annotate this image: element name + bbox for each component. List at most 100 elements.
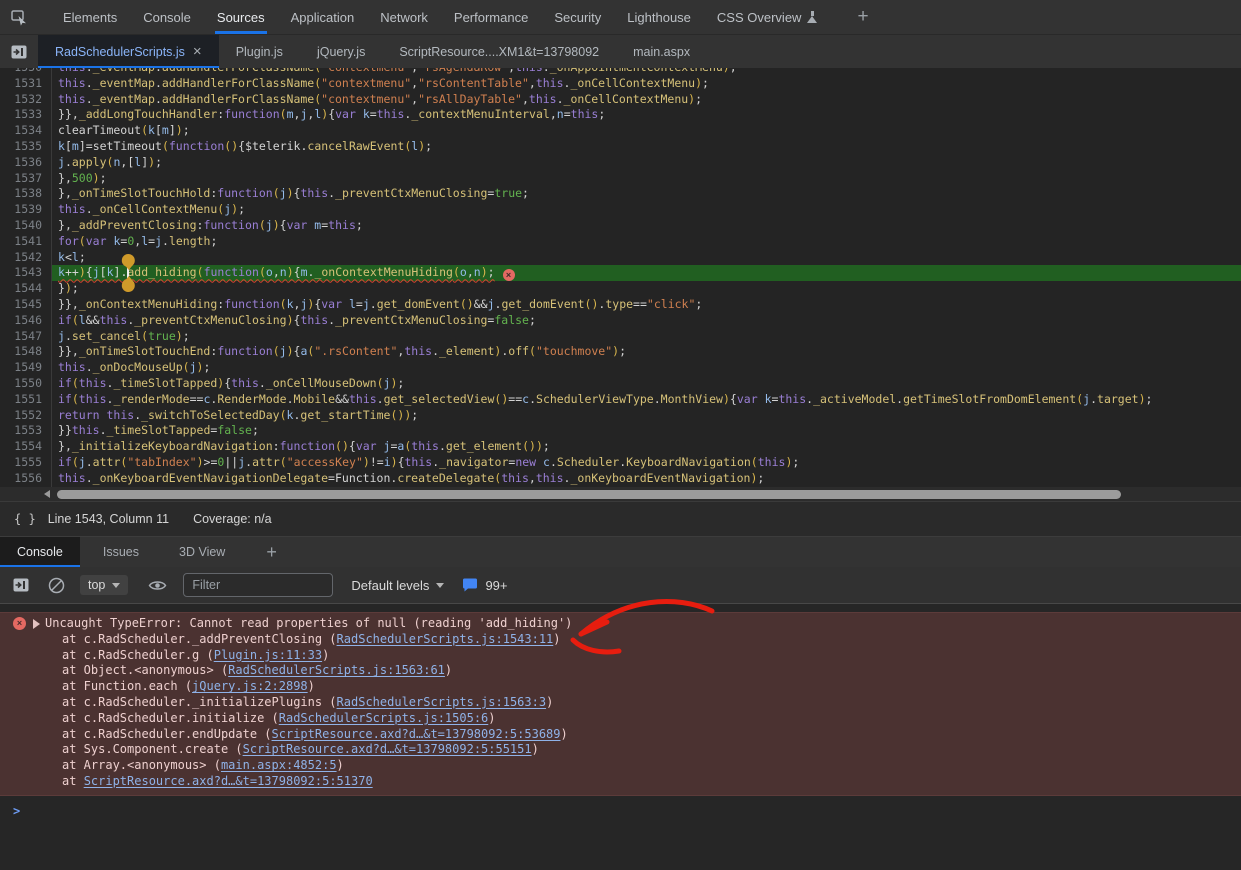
code-line[interactable]: this._onKeyboardEventNavigationDelegate=… — [52, 471, 1241, 487]
code-editor[interactable]: 1530this._eventMap.addHandlerForClassNam… — [0, 68, 1241, 501]
code-line[interactable]: }},_onTimeSlotTouchEnd:function(j){a(".r… — [52, 344, 1241, 360]
code-line[interactable]: j.apply(n,[l]); — [52, 155, 1241, 171]
show-console-sidebar-button[interactable] — [12, 576, 30, 594]
line-number[interactable]: 1535 — [0, 139, 52, 155]
console-prompt[interactable]: > — [0, 803, 1241, 825]
selection-handle-top[interactable] — [122, 254, 135, 267]
code-line[interactable]: },_initializeKeyboardNavigation:function… — [52, 439, 1241, 455]
code-line[interactable]: },_addPreventClosing:function(j){var m=t… — [52, 218, 1241, 234]
panel-tab-performance[interactable]: Performance — [441, 0, 541, 34]
stack-link[interactable]: ScriptResource.axd?d…&t=13798092:5:53689 — [272, 727, 561, 741]
code-line[interactable]: if(l&&this._preventCtxMenuClosing){this.… — [52, 313, 1241, 329]
drawer-tab-issues[interactable]: Issues — [86, 537, 156, 567]
add-drawer-tab-button[interactable]: + — [266, 537, 277, 567]
panel-tab-application[interactable]: Application — [278, 0, 368, 34]
line-number[interactable]: 1543 — [0, 265, 52, 281]
issues-button[interactable] — [462, 577, 478, 593]
code-line[interactable]: k[m]=setTimeout(function(){$telerik.canc… — [52, 139, 1241, 155]
stack-link[interactable]: RadSchedulerScripts.js:1563:3 — [337, 695, 547, 709]
code-line[interactable]: clearTimeout(k[m]); — [52, 123, 1241, 139]
stack-link[interactable]: Plugin.js:11:33 — [214, 648, 322, 662]
line-number[interactable]: 1552 — [0, 408, 52, 424]
selection-handle-bottom[interactable] — [122, 279, 135, 292]
line-number[interactable]: 1537 — [0, 171, 52, 187]
line-number[interactable]: 1553 — [0, 423, 52, 439]
panel-tab-sources[interactable]: Sources — [204, 0, 278, 34]
code-line[interactable]: },500); — [52, 171, 1241, 187]
line-number[interactable]: 1542 — [0, 250, 52, 266]
line-number[interactable]: 1544 — [0, 281, 52, 297]
line-number[interactable]: 1534 — [0, 123, 52, 139]
line-number[interactable]: 1538 — [0, 186, 52, 202]
stack-link[interactable]: jQuery.js:2:2898 — [192, 679, 308, 693]
panel-tab-lighthouse[interactable]: Lighthouse — [614, 0, 704, 34]
show-navigator-button[interactable] — [0, 35, 38, 68]
stack-link[interactable]: RadSchedulerScripts.js:1543:11 — [337, 632, 554, 646]
line-number[interactable]: 1556 — [0, 471, 52, 487]
code-line[interactable]: j.set_cancel(true); — [52, 329, 1241, 345]
stack-link[interactable]: main.aspx:4852:5 — [221, 758, 337, 772]
line-number[interactable]: 1549 — [0, 360, 52, 376]
code-line[interactable]: }}this._timeSlotTapped=false; — [52, 423, 1241, 439]
line-number[interactable]: 1550 — [0, 376, 52, 392]
code-line[interactable]: k<l; — [52, 250, 1241, 266]
javascript-context-selector[interactable]: top — [80, 575, 128, 595]
code-line[interactable]: this._eventMap.addHandlerForClassName("c… — [52, 68, 1241, 76]
stack-link[interactable]: ScriptResource.axd?d…&t=13798092:5:55151 — [243, 742, 532, 756]
log-levels-dropdown[interactable]: Default levels — [351, 578, 444, 593]
stack-link[interactable]: RadSchedulerScripts.js:1505:6 — [279, 711, 489, 725]
code-line[interactable]: }},_addLongTouchHandler:function(m,j,l){… — [52, 107, 1241, 123]
add-panel-button[interactable]: + — [845, 0, 880, 34]
line-number[interactable]: 1541 — [0, 234, 52, 250]
file-tab-main-aspx[interactable]: main.aspx — [616, 35, 707, 68]
code-line[interactable]: for(var k=0,l=j.length; — [52, 234, 1241, 250]
line-number[interactable]: 1555 — [0, 455, 52, 471]
line-number[interactable]: 1531 — [0, 76, 52, 92]
scrollbar-left-arrow-icon[interactable] — [44, 490, 50, 498]
line-number[interactable]: 1545 — [0, 297, 52, 313]
line-number[interactable]: 1530 — [0, 68, 52, 76]
line-number[interactable]: 1540 — [0, 218, 52, 234]
create-live-expression-button[interactable] — [147, 578, 168, 593]
file-tab-plugin-js[interactable]: Plugin.js — [219, 35, 300, 68]
stack-link[interactable]: ScriptResource.axd?d…&t=13798092:5:51370 — [84, 774, 373, 788]
code-line[interactable]: }); — [52, 281, 1241, 297]
drawer-tab-console[interactable]: Console — [0, 537, 80, 567]
line-number[interactable]: 1551 — [0, 392, 52, 408]
line-number[interactable]: 1548 — [0, 344, 52, 360]
line-number[interactable]: 1539 — [0, 202, 52, 218]
drawer-tab-3d-view[interactable]: 3D View — [162, 537, 242, 567]
code-line[interactable]: if(this._timeSlotTapped){this._onCellMou… — [52, 376, 1241, 392]
code-line[interactable]: this._onDocMouseUp(j); — [52, 360, 1241, 376]
file-tab-scriptresource-xm1-t-13798092[interactable]: ScriptResource....XM1&t=13798092 — [382, 35, 616, 68]
line-number[interactable]: 1532 — [0, 92, 52, 108]
panel-tab-elements[interactable]: Elements — [50, 0, 130, 34]
code-line[interactable]: }},_onContextMenuHiding:function(k,j){va… — [52, 297, 1241, 313]
file-tab-radschedulerscripts-js[interactable]: RadSchedulerScripts.js× — [38, 35, 219, 68]
panel-tab-network[interactable]: Network — [367, 0, 441, 34]
code-line[interactable]: k++){j[k].add_hiding(function(o,n){m._on… — [52, 265, 1241, 281]
line-number[interactable]: 1533 — [0, 107, 52, 123]
code-line[interactable]: if(j.attr("tabIndex")>=0||j.attr("access… — [52, 455, 1241, 471]
scrollbar-thumb[interactable] — [57, 490, 1121, 499]
issues-count-badge[interactable]: 99+ — [485, 578, 507, 593]
panel-tab-css-overview[interactable]: CSS Overview — [704, 0, 832, 34]
code-line[interactable]: return this._switchToSelectedDay(k.get_s… — [52, 408, 1241, 424]
line-number[interactable]: 1536 — [0, 155, 52, 171]
clear-console-button[interactable] — [47, 576, 66, 595]
line-number[interactable]: 1554 — [0, 439, 52, 455]
panel-tab-security[interactable]: Security — [541, 0, 614, 34]
toggle-device-toolbar-button[interactable] — [0, 0, 38, 34]
code-line[interactable]: },_onTimeSlotTouchHold:function(j){this.… — [52, 186, 1241, 202]
close-tab-icon[interactable]: × — [193, 44, 202, 59]
line-number[interactable]: 1547 — [0, 329, 52, 345]
code-line[interactable]: if(this._renderMode==c.RenderMode.Mobile… — [52, 392, 1241, 408]
console-filter-input[interactable] — [183, 573, 333, 597]
stack-link[interactable]: RadSchedulerScripts.js:1563:61 — [228, 663, 445, 677]
code-line[interactable]: this._eventMap.addHandlerForClassName("c… — [52, 76, 1241, 92]
line-number[interactable]: 1546 — [0, 313, 52, 329]
editor-horizontal-scrollbar[interactable] — [0, 487, 1241, 501]
code-line[interactable]: this._eventMap.addHandlerForClassName("c… — [52, 92, 1241, 108]
code-line[interactable]: this._onCellContextMenu(j); — [52, 202, 1241, 218]
pretty-print-icon[interactable]: { } — [14, 512, 36, 526]
